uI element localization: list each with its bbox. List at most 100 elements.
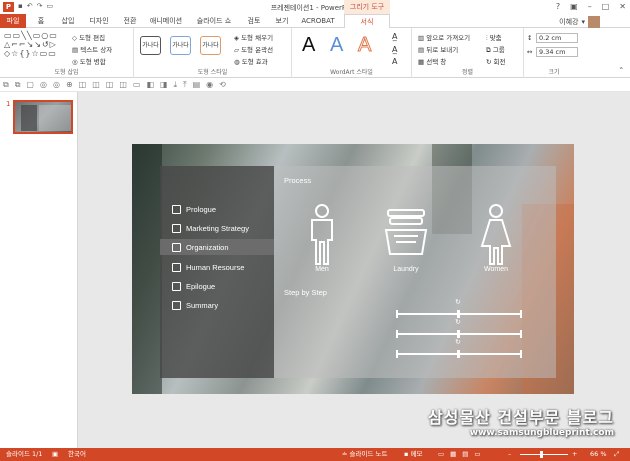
zoom-out-icon[interactable]: –	[508, 448, 511, 461]
edit-shape-button[interactable]: ◇ 도형 편집	[72, 32, 105, 42]
avatar	[588, 16, 600, 28]
tab-animations[interactable]: 애니메이션	[146, 14, 186, 28]
menu-item-label: Human Resourse	[186, 262, 245, 272]
tab-insert[interactable]: 삽입	[56, 14, 80, 28]
shapes-gallery[interactable]: ▭▭╲╲▭○▭ △⌐⌐↘↘↺▷ ◇☆{}☆▭▭	[4, 31, 68, 61]
shape-width-field[interactable]: 9.34 cm	[536, 47, 578, 57]
align-button[interactable]: ⫶ 맞춤	[486, 32, 502, 43]
shape-outline-button[interactable]: ▱ 도형 윤곽선	[234, 44, 273, 54]
menu-item-prologue[interactable]: Prologue	[172, 201, 274, 217]
shape-effects-button[interactable]: ◍ 도형 효과	[234, 56, 268, 66]
selection-pane-button[interactable]: ▦ 선택 창	[418, 56, 446, 66]
menu-item-human-resourse[interactable]: Human Resourse	[172, 259, 274, 275]
minimize-icon[interactable]: –	[588, 2, 592, 11]
menu-item-organization[interactable]: Organization	[160, 239, 274, 255]
shape-style-swatch-1[interactable]: 가나다	[140, 36, 161, 55]
document-icon	[172, 300, 181, 310]
send-backward-button[interactable]: ▤ 뒤로 보내기	[418, 44, 458, 54]
selection-pane-label: 선택 창	[426, 58, 447, 66]
tab-view[interactable]: 보기	[270, 14, 294, 28]
bring-forward-button[interactable]: ▥ 앞으로 가져오기	[418, 32, 470, 42]
maximize-icon[interactable]: □	[602, 2, 610, 11]
slide-content-panel: Process Men Laundry Women Step by Step ↻…	[274, 166, 556, 378]
help-icon[interactable]: ?	[556, 2, 560, 11]
collapse-ribbon-icon[interactable]: ⌃	[619, 66, 624, 74]
slide-number: 1	[6, 100, 11, 108]
text-effects-icon[interactable]: A	[392, 57, 397, 66]
tab-transitions[interactable]: 전환	[118, 14, 142, 28]
width-icon: ↔	[527, 48, 533, 56]
slide-thumbnail[interactable]	[13, 100, 73, 134]
man-icon	[311, 204, 333, 265]
group-shape-styles: 가나다 가나다 가나다 ◈ 도형 채우기 ▱ 도형 윤곽선 ◍ 도형 효과 도형…	[134, 28, 292, 78]
group-label-size: 크기	[548, 69, 560, 76]
book-icon	[172, 204, 181, 214]
menu-item-summary[interactable]: Summary	[172, 297, 274, 313]
slide[interactable]: Prologue Marketing Strategy Organization…	[132, 144, 574, 394]
close-icon[interactable]: ✕	[619, 2, 626, 11]
status-bar: 슬라이드 1/1 ▣ 한국어 ≐ 슬라이드 노트 ▪ 메모 ▭▦▤▭ – + 6…	[0, 448, 630, 461]
icon-caption-men: Men	[315, 266, 329, 273]
zoom-slider[interactable]	[520, 454, 568, 455]
window-controls: ? ▣ – □ ✕	[556, 2, 626, 11]
shape-fill-label: 도형 채우기	[241, 34, 274, 42]
group-arrange: ▥ 앞으로 가져오기 ▤ 뒤로 보내기 ▦ 선택 창 ⫶ 맞춤 ⧉ 그룹 ↻ 회…	[412, 28, 524, 78]
tab-slideshow[interactable]: 슬라이드 쇼	[190, 14, 238, 28]
menu-item-label: Prologue	[186, 204, 217, 214]
text-outline-icon[interactable]: A̲	[392, 45, 397, 54]
rotate-handle-icon[interactable]: ↻	[455, 338, 461, 346]
icon-caption-women: Women	[484, 266, 508, 273]
group-button[interactable]: ⧉ 그룹	[486, 44, 505, 55]
wordart-style-blue[interactable]: A	[330, 34, 343, 57]
fit-slide-icon[interactable]: ⤢	[614, 448, 619, 461]
tab-format[interactable]: 서식	[344, 14, 390, 29]
toolbar-icon-row[interactable]: ⧉⧉▢◎◎⊕◫◫◫◫▭◧◨⤓⤒▤◉⟲	[3, 80, 232, 89]
spellcheck-icon[interactable]: ▣	[52, 448, 58, 461]
group-icon: ⧉	[486, 46, 493, 54]
tab-acrobat[interactable]: ACROBAT	[298, 14, 338, 28]
book-icon	[172, 281, 181, 291]
merge-shapes-button[interactable]: ◎ 도형 병합	[72, 56, 106, 66]
rotate-button[interactable]: ↻ 회전	[486, 56, 505, 66]
notes-button[interactable]: ≐ 슬라이드 노트	[342, 448, 387, 461]
notes-icon: ≐	[342, 450, 350, 458]
rotate-label: 회전	[493, 58, 506, 66]
ribbon: ▭▭╲╲▭○▭ △⌐⌐↘↘↺▷ ◇☆{}☆▭▭ ◇ 도형 편집 ▤ 텍스트 상자 ◎…	[0, 28, 630, 78]
rotate-handle-icon[interactable]: ↻	[455, 318, 461, 326]
comments-button[interactable]: ▪ 메모	[404, 448, 422, 461]
shape-outline-label: 도형 윤곽선	[241, 46, 274, 54]
tab-file[interactable]: 파일	[0, 14, 26, 28]
step-slider[interactable]	[396, 348, 522, 360]
shape-style-swatch-2[interactable]: 가나다	[170, 36, 191, 55]
group-insert-shapes: ▭▭╲╲▭○▭ △⌐⌐↘↘↺▷ ◇☆{}☆▭▭ ◇ 도형 편집 ▤ 텍스트 상자 ◎…	[0, 28, 134, 78]
user-account[interactable]: 이혜강 ▾	[559, 16, 600, 28]
text-box-icon: ▤	[72, 46, 81, 54]
slider-handle[interactable]	[457, 350, 460, 358]
person-icon	[172, 223, 181, 233]
shape-style-swatch-3[interactable]: 가나다	[200, 36, 221, 55]
slider-handle[interactable]	[457, 330, 460, 338]
zoom-level[interactable]: 66 %	[590, 448, 607, 461]
wordart-style-orange[interactable]: A	[357, 34, 371, 57]
bring-forward-icon: ▥	[418, 34, 427, 42]
tab-design[interactable]: 디자인	[84, 14, 114, 28]
menu-item-epilogue[interactable]: Epilogue	[172, 278, 274, 294]
view-buttons[interactable]: ▭▦▤▭	[438, 448, 487, 461]
language-indicator[interactable]: 한국어	[68, 448, 86, 461]
text-fill-icon[interactable]: A̲	[392, 32, 397, 41]
slider-handle[interactable]	[457, 310, 460, 318]
wordart-style-black[interactable]: A	[302, 34, 315, 57]
shape-fill-button[interactable]: ◈ 도형 채우기	[234, 32, 273, 42]
rotate-handle-icon[interactable]: ↻	[455, 298, 461, 306]
tab-review[interactable]: 검토	[242, 14, 266, 28]
chevron-down-icon: ▾	[581, 18, 585, 26]
menu-item-marketing-strategy[interactable]: Marketing Strategy	[172, 220, 274, 236]
tab-home[interactable]: 홈	[30, 14, 52, 28]
zoom-in-icon[interactable]: +	[572, 448, 577, 461]
zoom-slider-handle[interactable]	[540, 451, 543, 458]
text-box-button[interactable]: ▤ 텍스트 상자	[72, 44, 112, 54]
ribbon-display-icon[interactable]: ▣	[570, 2, 578, 11]
woman-icon	[480, 204, 512, 265]
group-label-shape-styles: 도형 스타일	[197, 69, 228, 76]
shape-height-field[interactable]: 0.2 cm	[536, 33, 578, 43]
